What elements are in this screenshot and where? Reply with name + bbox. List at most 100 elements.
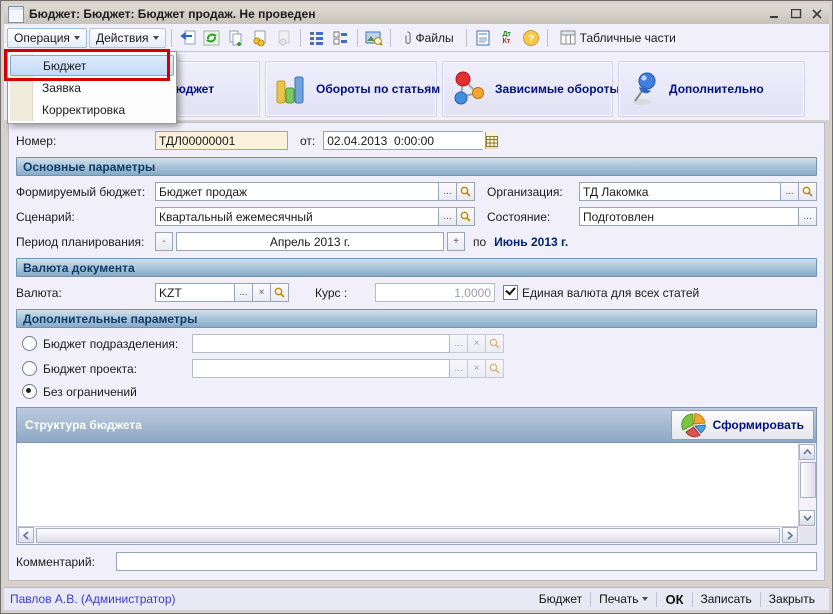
budget-org-row: Формируемый бюджет: ... Организация: ... [16, 182, 817, 201]
reread-document-icon[interactable] [177, 27, 199, 48]
number-input[interactable] [155, 131, 288, 150]
rate-label: Курс : [289, 286, 361, 300]
currency-lookup-button[interactable] [271, 283, 289, 302]
toolbar-separator [466, 29, 467, 47]
currency-ellipsis-button[interactable]: ... [235, 283, 253, 302]
chevron-down-icon [642, 597, 648, 601]
single-currency-checkbox[interactable] [503, 285, 518, 300]
currency-label: Валюта: [16, 286, 155, 300]
budget-action-button[interactable]: Бюджет [531, 588, 590, 610]
state-input[interactable] [579, 207, 799, 226]
project-ellipsis-button: ... [450, 359, 468, 378]
period-row: Период планирования: - + по Июнь 2013 г. [16, 232, 817, 251]
app-window: Бюджет: Бюджет: Бюджет продаж. Не провед… [0, 0, 833, 614]
image-preview-icon[interactable] [363, 27, 385, 48]
project-clear-button: × [468, 359, 486, 378]
tab-additional[interactable]: Дополнительно [618, 61, 805, 117]
section-header-currency: Валюта документа [16, 258, 817, 277]
project-input[interactable] [192, 359, 450, 378]
currency-input[interactable] [155, 283, 235, 302]
department-input[interactable] [192, 334, 450, 353]
actions-menu-button[interactable]: Действия [89, 28, 166, 48]
scenario-input[interactable] [155, 207, 439, 226]
pie-chart-icon [681, 412, 707, 438]
comment-input[interactable] [116, 552, 817, 571]
operation-dropdown-menu: Бюджет Заявка Корректировка [7, 51, 177, 124]
refresh-icon[interactable] [201, 27, 223, 48]
toolbar: Операция Действия [4, 24, 829, 52]
budget-input[interactable] [155, 182, 439, 201]
department-radio[interactable] [22, 336, 37, 351]
horizontal-scrollbar[interactable] [17, 526, 799, 544]
scroll-up-button[interactable] [799, 444, 815, 460]
scenario-state-row: Сценарий: ... Состояние: ... [16, 207, 817, 226]
operation-menu-button[interactable]: Операция [7, 28, 87, 48]
budget-ellipsis-button[interactable]: ... [439, 182, 457, 201]
number-label: Номер: [16, 134, 155, 148]
copy-document-icon[interactable] [225, 27, 247, 48]
minimize-button[interactable] [767, 7, 783, 21]
organization-lookup-button[interactable] [799, 182, 817, 201]
chevron-down-icon [153, 36, 159, 40]
close-button[interactable] [809, 7, 825, 21]
no-limit-radio-row: Без ограничений [16, 384, 817, 399]
report-icon[interactable] [472, 27, 494, 48]
project-label: Бюджет проекта: [43, 362, 137, 376]
print-button[interactable]: Печать [591, 588, 656, 610]
organization-ellipsis-button[interactable]: ... [781, 182, 799, 201]
statusbar-actions: Бюджет Печать ОК Записать Закрыть [531, 588, 823, 610]
budget-structure-area[interactable] [16, 443, 817, 545]
post-document-icon[interactable] [249, 27, 271, 48]
structure-list-icon[interactable] [306, 27, 328, 48]
period-label: Период планирования: [16, 235, 155, 249]
ok-button[interactable]: ОК [657, 588, 691, 610]
current-user: Павлов А.В. (Администратор) [10, 592, 531, 606]
files-button[interactable]: Файлы [396, 28, 461, 48]
scroll-right-button[interactable] [782, 527, 798, 543]
close-form-button[interactable]: Закрыть [761, 588, 823, 610]
vertical-scroll-thumb[interactable] [800, 462, 816, 498]
horizontal-scroll-thumb[interactable] [36, 528, 780, 543]
maximize-button[interactable] [788, 7, 804, 21]
period-plus-button[interactable]: + [447, 232, 465, 251]
unpost-document-icon [273, 27, 295, 48]
organization-label: Организация: [475, 185, 579, 199]
menu-item-request[interactable]: Заявка [10, 77, 174, 98]
save-button[interactable]: Записать [693, 588, 760, 610]
scenario-ellipsis-button[interactable]: ... [439, 207, 457, 226]
generate-button[interactable]: Сформировать [671, 410, 814, 440]
project-radio[interactable] [22, 361, 37, 376]
list-settings-icon[interactable] [330, 27, 352, 48]
help-icon[interactable]: ? [520, 27, 542, 48]
department-clear-button: × [468, 334, 486, 353]
toolbar-separator [171, 29, 172, 47]
organization-input[interactable] [579, 182, 781, 201]
scroll-down-button[interactable] [799, 510, 815, 526]
bar-chart-icon [274, 71, 308, 107]
tabular-parts-button[interactable]: Табличные части [553, 28, 683, 48]
calendar-button[interactable] [485, 132, 498, 149]
department-ellipsis-button: ... [450, 334, 468, 353]
menu-item-correction[interactable]: Корректировка [10, 99, 174, 120]
period-input[interactable] [176, 232, 444, 251]
no-limit-radio[interactable] [22, 384, 37, 399]
section-header-additional: Дополнительные параметры [16, 309, 817, 328]
period-minus-button[interactable]: - [155, 232, 173, 251]
single-currency-label: Единая валюта для всех статей [518, 286, 699, 300]
vertical-scrollbar[interactable] [798, 443, 816, 527]
toolbar-separator [390, 29, 391, 47]
scroll-left-button[interactable] [18, 527, 34, 543]
budget-label: Формируемый бюджет: [16, 185, 155, 199]
period-to-value: Июнь 2013 г. [494, 235, 568, 249]
project-radio-row: Бюджет проекта: ... × [16, 359, 817, 378]
date-input[interactable] [324, 132, 485, 149]
budget-lookup-button[interactable] [457, 182, 475, 201]
tab-turnover-by-items[interactable]: Обороты по статьям [265, 61, 437, 117]
tab-dependent-turnover[interactable]: Зависимые обороты [442, 61, 613, 117]
menu-item-budget[interactable]: Бюджет [10, 55, 174, 76]
project-lookup-button [486, 359, 504, 378]
dt-kt-icon[interactable]: ДтКт [496, 27, 518, 48]
state-ellipsis-button[interactable]: ... [799, 207, 817, 226]
currency-clear-button[interactable]: × [253, 283, 271, 302]
scenario-lookup-button[interactable] [457, 207, 475, 226]
